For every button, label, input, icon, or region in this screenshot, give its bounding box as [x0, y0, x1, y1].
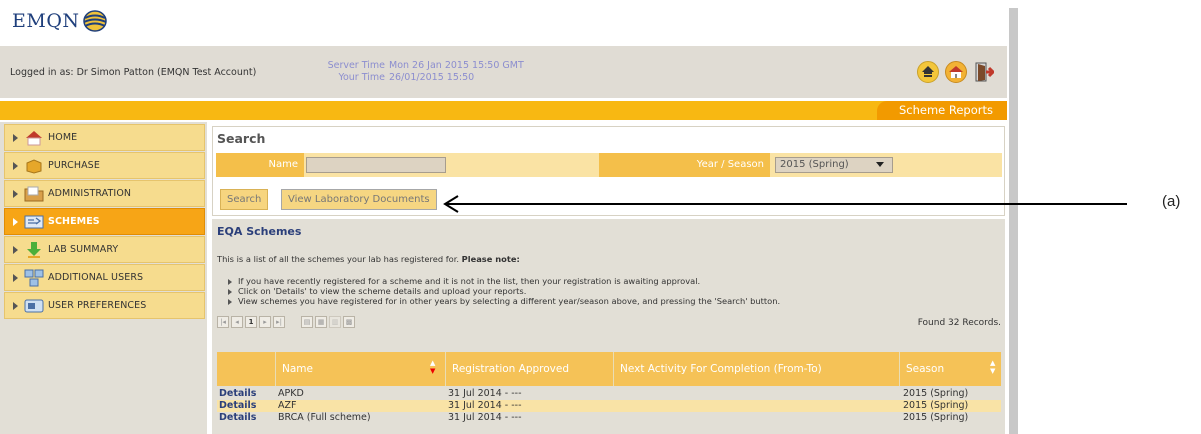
- annotation-arrow: [443, 195, 1127, 213]
- annotation-label: (a): [1162, 193, 1181, 210]
